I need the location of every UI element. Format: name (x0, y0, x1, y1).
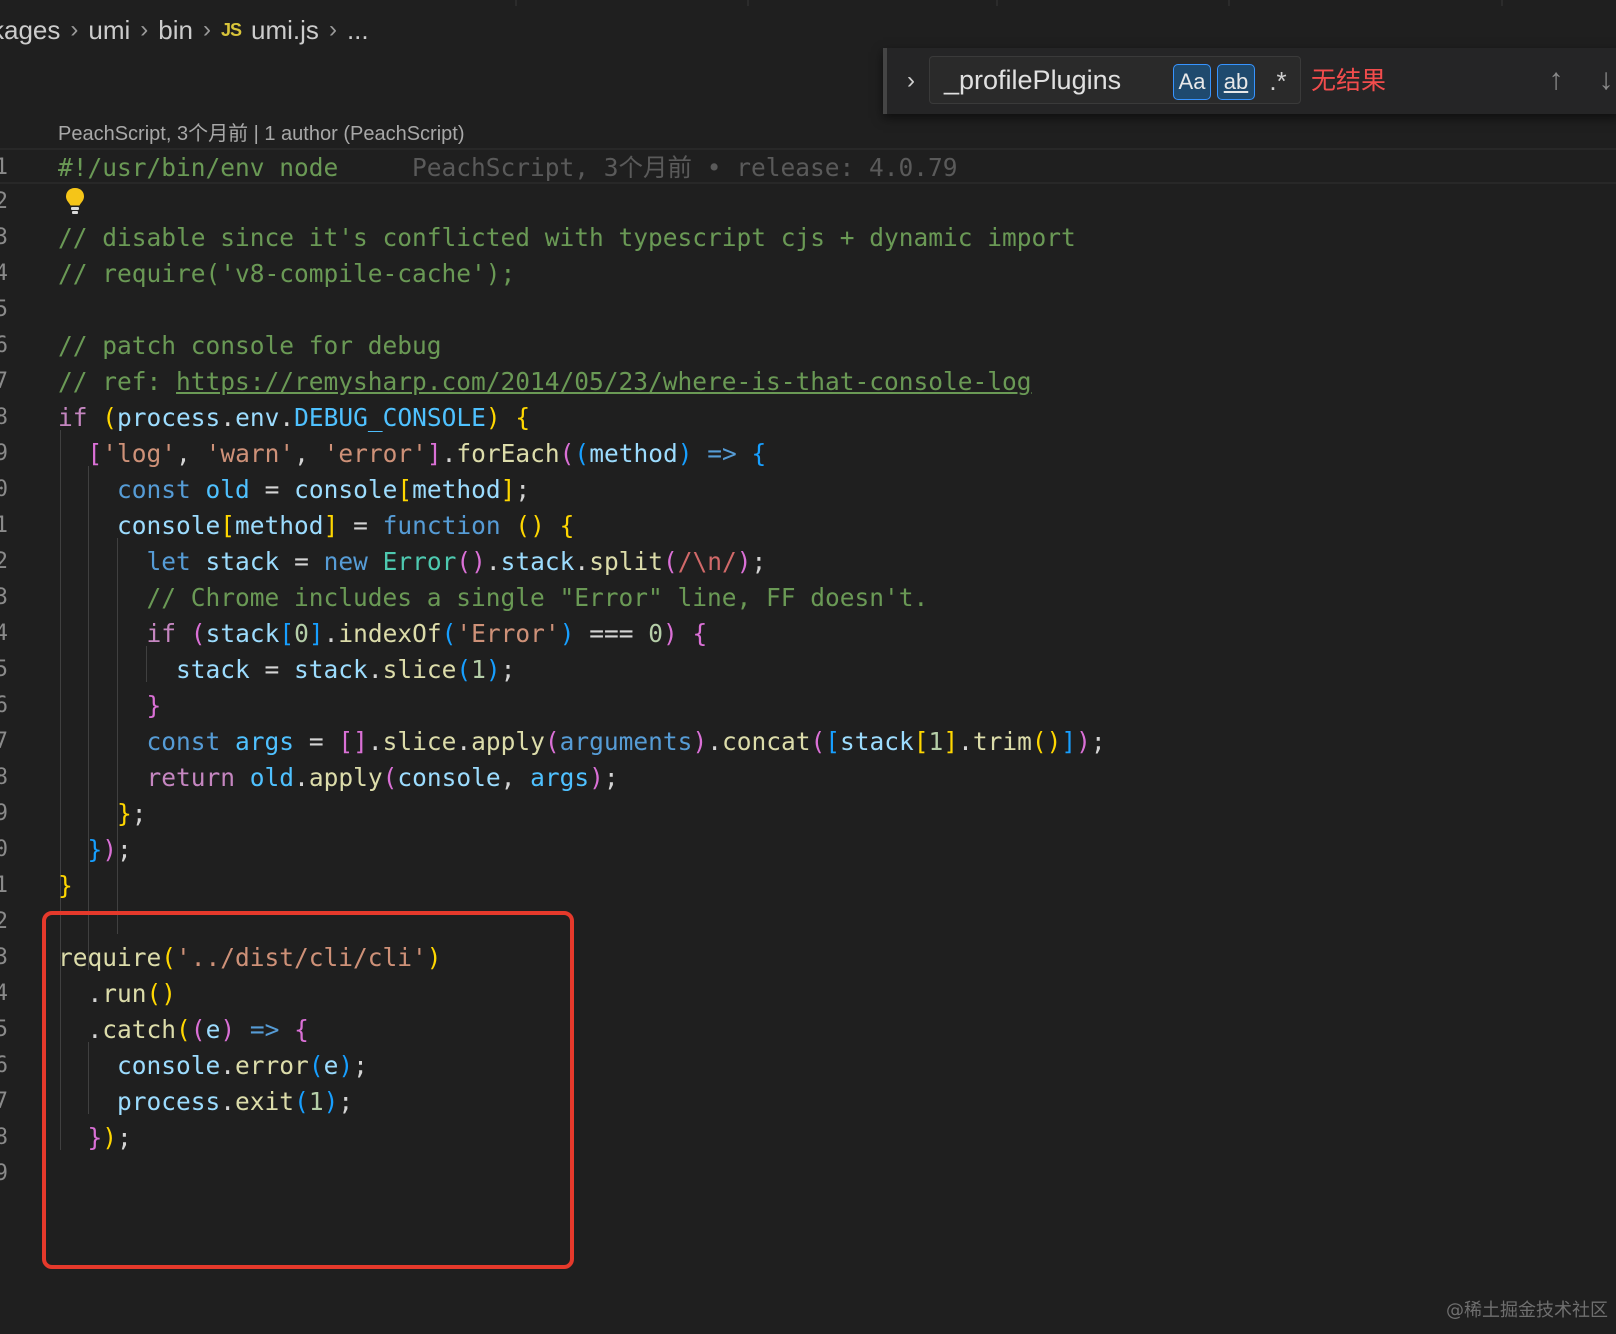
line-number: 9 (0, 441, 8, 466)
code-line: 7 const args = [].slice.apply(arguments)… (0, 724, 1616, 760)
code-line: 6 } (0, 688, 1616, 724)
arrow-up-icon[interactable]: ↑ (1538, 60, 1574, 100)
line-number: 0 (0, 837, 8, 862)
breadcrumb-item-bin[interactable]: bin (158, 15, 193, 46)
line-number: 9 (0, 801, 8, 826)
breadcrumb-item-umi[interactable]: umi (88, 15, 130, 46)
find-widget: › _profilePlugins Aa ab .* 无结果 ↑ ↓ (883, 48, 1616, 114)
breadcrumb: kages › umi › bin › JS umi.js › ... (0, 10, 369, 50)
line-number: 1 (0, 155, 8, 180)
js-file-icon: JS (221, 19, 242, 40)
chevron-right-icon: › (203, 16, 211, 43)
find-query-text: _profilePlugins (944, 65, 1122, 95)
code-line: 3 // Chrome includes a single "Error" li… (0, 580, 1616, 616)
code-line: 4 if (stack[0].indexOf('Error') === 0) { (0, 616, 1616, 652)
line-number: 8 (0, 1125, 8, 1150)
code-line: 8 if (process.env.DEBUG_CONSOLE) { (0, 400, 1616, 436)
line-number: 6 (0, 693, 8, 718)
line-number: 5 (0, 1017, 8, 1042)
comment: // disable since it's conflicted with ty… (58, 223, 1076, 252)
code-line: 1 #!/usr/bin/env node PeachScript, 3个月前 … (0, 148, 1616, 184)
watermark: @稀土掘金技术社区 (1446, 1300, 1608, 1321)
line-number: 4 (0, 621, 8, 646)
line-number: 5 (0, 297, 8, 322)
inline-blame: PeachScript, 3个月前 • release: 4.0.79 (412, 153, 958, 182)
line-number: 7 (0, 1089, 8, 1114)
code-line: 5 (0, 292, 1616, 328)
chevron-right-icon: › (328, 16, 337, 43)
line-number: 2 (0, 189, 8, 214)
code-line: 0 const old = console[method]; (0, 472, 1616, 508)
chevron-right-icon: › (140, 16, 149, 43)
code-line: 4 // require('v8-compile-cache'); (0, 256, 1616, 292)
code-line: 7 // ref: https://remysharp.com/2014/05/… (0, 364, 1616, 400)
code-line: 8 return old.apply(console, args); (0, 760, 1616, 796)
code-line: 9 ['log', 'warn', 'error'].forEach((meth… (0, 436, 1616, 472)
line-number: 9 (0, 1161, 8, 1186)
line-number: 6 (0, 333, 8, 358)
codelens-blame[interactable]: PeachScript, 3个月前 | 1 author (PeachScrip… (58, 117, 464, 146)
line-number: 8 (0, 405, 8, 430)
code-line: 0 }); (0, 832, 1616, 868)
breadcrumb-item-packages[interactable]: kages (0, 15, 60, 46)
line-number: 4 (0, 981, 8, 1006)
line-number: 3 (0, 585, 8, 610)
line-number: 3 (0, 945, 8, 970)
whole-word-label: ab (1223, 69, 1249, 94)
find-input[interactable]: _profilePlugins Aa ab .* (929, 56, 1301, 104)
match-case-toggle[interactable]: Aa (1173, 64, 1211, 100)
code-line: 3 // disable since it's conflicted with … (0, 220, 1616, 256)
shebang: #!/usr/bin/env node (58, 153, 339, 182)
code-line: 9 }; (0, 796, 1616, 832)
breadcrumb-item-symbols[interactable]: ... (347, 15, 369, 46)
code-line: 2 (0, 184, 1616, 220)
line-number: 1 (0, 873, 8, 898)
line-number: 7 (0, 729, 8, 754)
line-number: 8 (0, 765, 8, 790)
regex-toggle[interactable]: .* (1259, 64, 1297, 100)
code-line: 2 let stack = new Error().stack.split(/\… (0, 544, 1616, 580)
line-number: 6 (0, 1053, 8, 1078)
tab-strip-edge (0, 0, 1616, 6)
comment: // require('v8-compile-cache'); (58, 259, 516, 288)
lightbulb-icon[interactable] (64, 186, 86, 216)
code-line: 1 console[method] = function () { (0, 508, 1616, 544)
code-line: 5 stack = stack.slice(1); (0, 652, 1616, 688)
line-number: 1 (0, 513, 8, 538)
comment-link[interactable]: https://remysharp.com/2014/05/23/where-i… (176, 367, 1032, 396)
chevron-right-icon: › (70, 16, 79, 43)
code-line: 6 // patch console for debug (0, 328, 1616, 364)
toggle-replace-chevron-icon[interactable]: › (899, 66, 923, 96)
whole-word-toggle[interactable]: ab (1217, 64, 1255, 100)
line-number: 7 (0, 369, 8, 394)
line-number: 3 (0, 225, 8, 250)
comment: // Chrome includes a single "Error" line… (146, 583, 929, 612)
line-number: 2 (0, 549, 8, 574)
comment: // patch console for debug (58, 331, 442, 360)
line-number: 4 (0, 261, 8, 286)
line-number: 5 (0, 657, 8, 682)
arrow-down-icon[interactable]: ↓ (1588, 60, 1616, 100)
breadcrumb-item-file[interactable]: umi.js (251, 15, 319, 46)
line-number: 0 (0, 477, 8, 502)
comment: // ref: (58, 367, 177, 396)
code-line: 1 } (0, 868, 1616, 904)
line-number: 2 (0, 909, 8, 934)
annotation-highlight-box (42, 911, 574, 1269)
find-status: 无结果 (1311, 67, 1387, 95)
